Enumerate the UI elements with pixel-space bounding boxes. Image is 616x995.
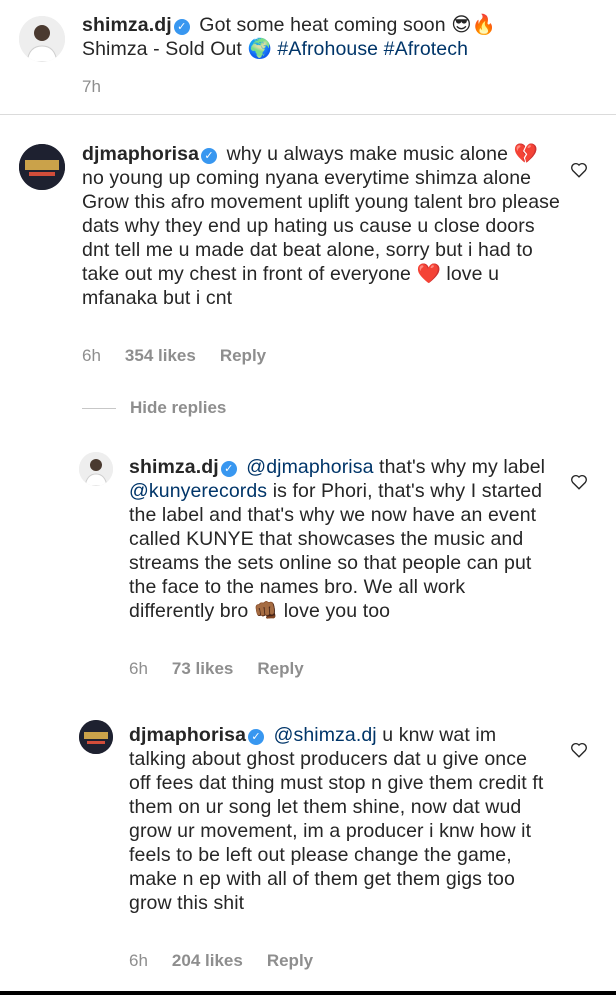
comment-username[interactable]: djmaphorisa bbox=[82, 143, 199, 165]
verified-icon: ✓ bbox=[173, 19, 190, 35]
reply-likes[interactable]: 204 likes bbox=[172, 951, 243, 971]
like-heart-icon[interactable] bbox=[570, 161, 588, 179]
globe-emoji: 🌍 bbox=[247, 37, 272, 60]
reply-text: shimza.dj ✓ @djmaphorisa that's why my la… bbox=[129, 455, 549, 623]
reply-time: 6h bbox=[129, 951, 148, 970]
fist-emoji: 👊🏾 bbox=[253, 599, 279, 622]
reply-text-c: love you too bbox=[283, 600, 391, 622]
reply-meta: 6h 204 likes Reply bbox=[129, 951, 313, 971]
hide-replies-label: Hide replies bbox=[130, 398, 227, 417]
mention-link[interactable]: @djmaphorisa bbox=[246, 456, 373, 478]
broken-heart-emoji: 💔 bbox=[513, 142, 538, 165]
hide-replies-button[interactable]: Hide replies bbox=[82, 398, 226, 418]
hashtag-afrotech[interactable]: #Afrotech bbox=[384, 38, 468, 60]
djmaphorisa-avatar[interactable] bbox=[79, 720, 113, 754]
comment-text: djmaphorisa ✓ why u always make music alo… bbox=[82, 142, 562, 310]
caption-meta: 7h bbox=[82, 77, 101, 97]
comment-text-a: why u always make music alone bbox=[226, 143, 509, 165]
bottom-edge bbox=[0, 991, 616, 995]
djmaphorisa-avatar[interactable] bbox=[19, 144, 65, 190]
hashtag-afrohouse[interactable]: #Afrohouse bbox=[277, 38, 378, 60]
reply-text-a: u knw wat im talking about ghost produce… bbox=[129, 724, 544, 914]
reply-username[interactable]: djmaphorisa bbox=[129, 724, 246, 746]
post-caption: shimza.dj ✓ Got some heat coming soon 😎🔥 … bbox=[0, 0, 616, 115]
comment-time: 6h bbox=[82, 346, 101, 365]
verified-icon: ✓ bbox=[201, 148, 218, 164]
like-heart-icon[interactable] bbox=[570, 741, 588, 759]
reply-likes[interactable]: 73 likes bbox=[172, 659, 233, 679]
comment-likes[interactable]: 354 likes bbox=[125, 346, 196, 366]
mention-link[interactable]: @shimza.dj bbox=[274, 724, 377, 746]
reply-meta: 6h 73 likes Reply bbox=[129, 659, 304, 679]
reply-button[interactable]: Reply bbox=[220, 346, 266, 366]
reply-time: 6h bbox=[129, 659, 148, 678]
shimza-avatar[interactable] bbox=[19, 16, 65, 62]
comment-meta: 6h 354 likes Reply bbox=[82, 346, 266, 366]
verified-icon: ✓ bbox=[248, 729, 265, 745]
caption-text-1: Got some heat coming soon bbox=[199, 14, 446, 36]
red-heart-emoji: ❤️ bbox=[416, 262, 441, 285]
mention-link[interactable]: @kunyerecords bbox=[129, 480, 267, 502]
verified-icon: ✓ bbox=[220, 461, 237, 477]
reply-username[interactable]: shimza.dj bbox=[129, 456, 219, 478]
divider-line bbox=[82, 407, 116, 409]
reply-text: djmaphorisa ✓ @shimza.dj u knw wat im tal… bbox=[129, 723, 549, 915]
like-heart-icon[interactable] bbox=[570, 473, 588, 491]
reply-button[interactable]: Reply bbox=[267, 951, 313, 971]
reply-text-a: that's why my label bbox=[379, 456, 546, 478]
caption-username[interactable]: shimza.dj bbox=[82, 14, 172, 36]
shimza-avatar[interactable] bbox=[79, 452, 113, 486]
sunglasses-fire-emoji: 😎🔥 bbox=[451, 13, 497, 36]
caption-text-2: Shimza - Sold Out bbox=[82, 38, 242, 60]
caption-time: 7h bbox=[82, 77, 101, 96]
caption-text: shimza.dj ✓ Got some heat coming soon 😎🔥 … bbox=[82, 13, 602, 61]
reply-button[interactable]: Reply bbox=[257, 659, 303, 679]
